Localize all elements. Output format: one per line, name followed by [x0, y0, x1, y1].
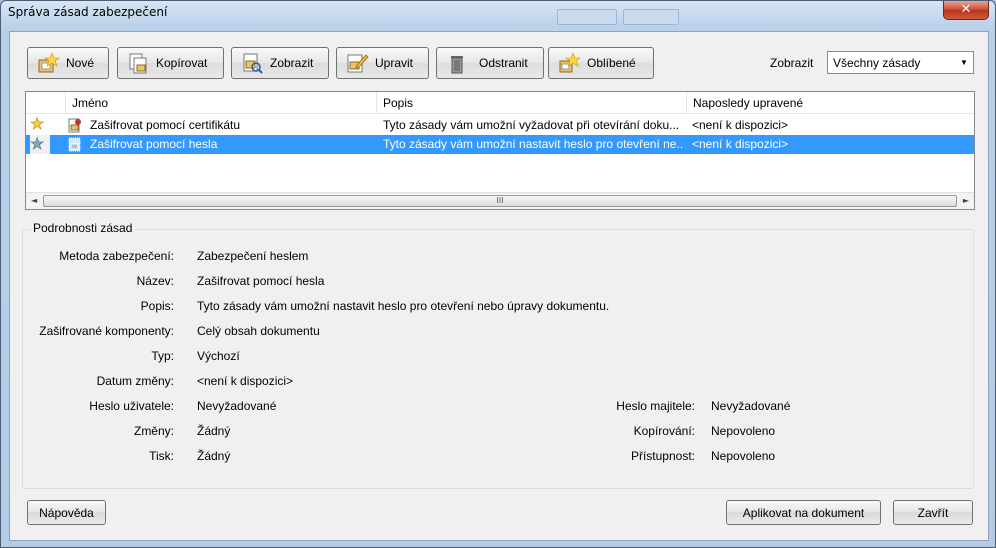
favorite-star-icon[interactable]: ★: [30, 135, 50, 154]
view-policy-icon: [240, 51, 264, 75]
detail-value-owner-password: Nevyžadované: [711, 399, 791, 413]
scroll-left-icon[interactable]: ◄: [31, 196, 37, 205]
new-button-label: Nové: [66, 56, 95, 70]
detail-label-type: Typ:: [151, 349, 174, 363]
copy-button-label: Kopírovat: [156, 56, 208, 70]
detail-label-printing: Tisk:: [149, 449, 174, 463]
policy-details-title: Podrobnosti zásad: [30, 221, 136, 235]
close-window-button[interactable]: ✕: [943, 1, 989, 20]
edit-policy-icon: [345, 51, 369, 75]
detail-value-user-password: Nevyžadované: [197, 399, 277, 413]
show-filter-select[interactable]: Všechny zásady ▼: [827, 51, 974, 74]
dialog-client-area: Nové Kopírovat Zobrazit Upravit Odstrani…: [9, 31, 989, 541]
detail-label-security-method: Metoda zabezpečení:: [59, 249, 174, 263]
detail-label-copying: Kopírování:: [633, 424, 695, 438]
policy-list[interactable]: Jméno Popis Naposledy upravené ★ Zašifro…: [25, 91, 975, 210]
view-button[interactable]: Zobrazit: [231, 47, 329, 79]
detail-label-name: Název:: [136, 274, 174, 288]
policy-description: Tyto zásady vám umožní vyžadovat při ote…: [383, 118, 680, 132]
favorites-button-label: Oblíbené: [587, 56, 636, 70]
detail-value-accessibility: Nepovoleno: [711, 449, 776, 463]
delete-button[interactable]: Odstranit: [436, 47, 544, 79]
detail-label-user-password: Heslo uživatele:: [89, 399, 174, 413]
detail-value-changes: Žádný: [197, 424, 231, 438]
policy-description: Tyto zásady vám umožní nastavit heslo pr…: [383, 137, 683, 151]
detail-value-modified-date: <není k dispozici>: [197, 374, 294, 388]
column-header-name[interactable]: Jméno: [65, 92, 375, 114]
password-policy-icon: [68, 137, 82, 152]
background-window-ghost: [557, 9, 617, 25]
favorite-star-icon[interactable]: ★: [30, 116, 45, 133]
list-header: Jméno Popis Naposledy upravené: [26, 92, 974, 114]
copy-policy-icon: [126, 51, 150, 75]
title-bar: Správa zásad zabezpečení ✕: [1, 1, 995, 25]
new-policy-icon: [36, 51, 60, 75]
apply-to-document-button[interactable]: Aplikovat na dokument: [726, 500, 881, 525]
detail-value-security-method: Zabezpečení heslem: [197, 249, 309, 263]
policy-modified: <není k dispozici>: [692, 118, 789, 132]
horizontal-scrollbar[interactable]: ◄ III ►: [26, 192, 974, 209]
help-button[interactable]: Nápověda: [27, 500, 106, 525]
window-title: Správa zásad zabezpečení: [8, 5, 168, 19]
detail-value-printing: Žádný: [197, 449, 231, 463]
column-header-description[interactable]: Popis: [376, 92, 686, 114]
background-window-ghost-2: [623, 9, 679, 25]
column-header-modified[interactable]: Naposledy upravené: [686, 92, 974, 114]
detail-label-owner-password: Heslo majitele:: [616, 399, 695, 413]
policy-row[interactable]: ★ Zašifrovat pomocí certifikátu Tyto zás…: [26, 116, 974, 135]
dialog-window: Správa zásad zabezpečení ✕ Nové Kopírova…: [0, 0, 996, 548]
detail-label-accessibility: Přístupnost:: [630, 449, 695, 463]
detail-value-name: Zašifrovat pomocí hesla: [197, 274, 325, 288]
detail-value-type: Výchozí: [197, 349, 240, 363]
detail-label-description: Popis:: [140, 299, 174, 313]
detail-value-encrypted-components: Celý obsah dokumentu: [197, 324, 320, 338]
policy-row-selected[interactable]: ★ Zašifrovat pomocí hesla Tyto zásady vá…: [26, 135, 974, 154]
scrollbar-thumb[interactable]: III: [43, 195, 957, 207]
detail-value-description: Tyto zásady vám umožní nastavit heslo pr…: [197, 299, 610, 313]
chevron-down-icon[interactable]: ▼: [955, 52, 973, 73]
policy-modified: <není k dispozici>: [692, 137, 789, 151]
show-filter-label: Zobrazit: [770, 56, 814, 70]
detail-label-encrypted-components: Zašifrované komponenty:: [39, 324, 174, 338]
view-button-label: Zobrazit: [270, 56, 314, 70]
edit-button-label: Upravit: [375, 56, 414, 70]
detail-label-changes: Změny:: [133, 424, 174, 438]
show-filter-value: Všechny zásady: [833, 56, 921, 70]
favorites-button[interactable]: Oblíbené: [548, 47, 654, 79]
certificate-policy-icon: [68, 118, 82, 133]
detail-label-modified-date: Datum změny:: [96, 374, 174, 388]
policy-name: Zašifrovat pomocí certifikátu: [90, 118, 241, 132]
edit-button[interactable]: Upravit: [336, 47, 429, 79]
detail-value-copying: Nepovoleno: [711, 424, 776, 438]
new-button[interactable]: Nové: [27, 47, 109, 79]
policy-name: Zašifrovat pomocí hesla: [90, 137, 218, 151]
copy-button[interactable]: Kopírovat: [117, 47, 224, 79]
trash-icon: [445, 51, 469, 75]
close-button[interactable]: Zavřít: [893, 500, 973, 525]
scroll-right-icon[interactable]: ►: [963, 196, 969, 205]
favorite-icon: [557, 51, 581, 75]
delete-button-label: Odstranit: [479, 56, 528, 70]
